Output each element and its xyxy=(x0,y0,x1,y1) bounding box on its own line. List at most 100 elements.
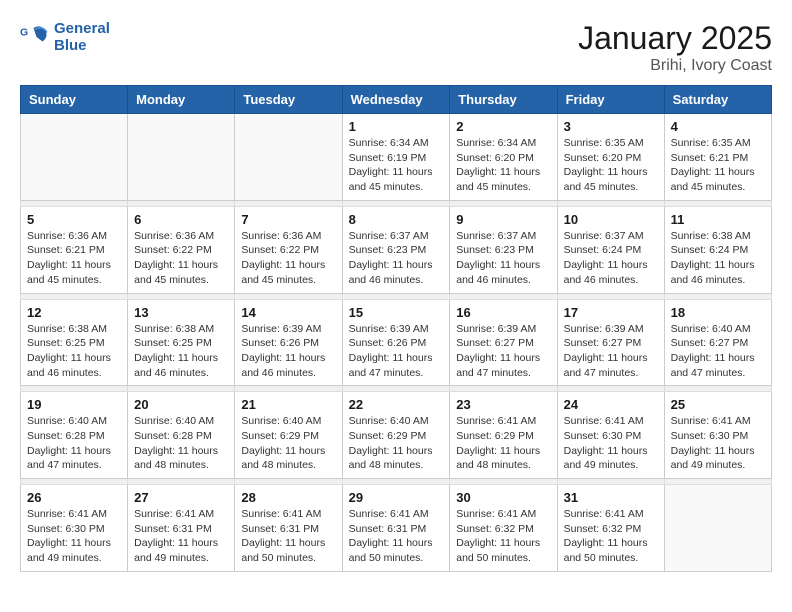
calendar-day-cell: 15Sunrise: 6:39 AM Sunset: 6:26 PM Dayli… xyxy=(342,299,450,386)
calendar-day-cell: 12 Sunrise: 6:38 AM Sunset: 6:25 PM Dayli… xyxy=(21,299,128,386)
calendar-day-cell: 3Sunrise: 6:35 AM Sunset: 6:20 PM Daylig… xyxy=(557,114,664,201)
logo-icon: G xyxy=(20,22,50,52)
day-number: 9 xyxy=(456,212,550,227)
day-info: Sunrise: 6:40 AM Sunset: 6:28 PM Dayligh… xyxy=(134,414,228,473)
day-info: Sunrise: 6:40 AM Sunset: 6:29 PM Dayligh… xyxy=(349,414,444,473)
day-info: Sunrise: 6:39 AM Sunset: 6:27 PM Dayligh… xyxy=(564,322,658,381)
day-number: 31 xyxy=(564,490,658,505)
calendar-title: January 2025 xyxy=(578,20,772,57)
day-number: 13 xyxy=(134,305,228,320)
day-info: Sunrise: 6:37 AM Sunset: 6:24 PM Dayligh… xyxy=(564,229,658,288)
calendar-day-cell: 20Sunrise: 6:40 AM Sunset: 6:28 PM Dayli… xyxy=(128,392,235,479)
day-number: 7 xyxy=(241,212,335,227)
day-number: 8 xyxy=(349,212,444,227)
logo: G General Blue xyxy=(20,20,110,54)
svg-text:G: G xyxy=(20,27,28,39)
calendar-day-cell: 24Sunrise: 6:41 AM Sunset: 6:30 PM Dayli… xyxy=(557,392,664,479)
calendar-week-row: 19 Sunrise: 6:40 AM Sunset: 6:28 PM Dayli… xyxy=(21,392,772,479)
day-info: Sunrise: 6:36 AM Sunset: 6:22 PM Dayligh… xyxy=(134,229,228,288)
calendar-day-cell: 6 Sunrise: 6:36 AM Sunset: 6:22 PM Daylig… xyxy=(128,206,235,293)
day-info: Sunrise: 6:41 AM Sunset: 6:30 PM Dayligh… xyxy=(27,507,121,566)
calendar-day-cell: 28 Sunrise: 6:41 AM Sunset: 6:31 PM Dayli… xyxy=(235,485,342,572)
day-number: 18 xyxy=(671,305,765,320)
calendar-day-cell: 31 Sunrise: 6:41 AM Sunset: 6:32 PM Dayli… xyxy=(557,485,664,572)
calendar-day-cell: 17 Sunrise: 6:39 AM Sunset: 6:27 PM Dayli… xyxy=(557,299,664,386)
calendar-day-cell: 10 Sunrise: 6:37 AM Sunset: 6:24 PM Dayli… xyxy=(557,206,664,293)
day-header-sunday: Sunday xyxy=(21,86,128,114)
day-info: Sunrise: 6:35 AM Sunset: 6:20 PM Dayligh… xyxy=(564,136,658,195)
day-info: Sunrise: 6:40 AM Sunset: 6:28 PM Dayligh… xyxy=(27,414,121,473)
day-header-friday: Friday xyxy=(557,86,664,114)
day-number: 22 xyxy=(349,397,444,412)
calendar-day-cell: 30Sunrise: 6:41 AM Sunset: 6:32 PM Dayli… xyxy=(450,485,557,572)
day-number: 5 xyxy=(27,212,121,227)
day-header-tuesday: Tuesday xyxy=(235,86,342,114)
day-header-monday: Monday xyxy=(128,86,235,114)
day-info: Sunrise: 6:34 AM Sunset: 6:20 PM Dayligh… xyxy=(456,136,550,195)
day-number: 12 xyxy=(27,305,121,320)
day-number: 15 xyxy=(349,305,444,320)
day-number: 17 xyxy=(564,305,658,320)
calendar-day-cell: 26 Sunrise: 6:41 AM Sunset: 6:30 PM Dayli… xyxy=(21,485,128,572)
day-info: Sunrise: 6:39 AM Sunset: 6:26 PM Dayligh… xyxy=(241,322,335,381)
calendar-day-cell: 9 Sunrise: 6:37 AM Sunset: 6:23 PM Daylig… xyxy=(450,206,557,293)
calendar-day-cell: 1 Sunrise: 6:34 AM Sunset: 6:19 PM Daylig… xyxy=(342,114,450,201)
day-info: Sunrise: 6:36 AM Sunset: 6:22 PM Dayligh… xyxy=(241,229,335,288)
day-info: Sunrise: 6:38 AM Sunset: 6:24 PM Dayligh… xyxy=(671,229,765,288)
day-info: Sunrise: 6:40 AM Sunset: 6:27 PM Dayligh… xyxy=(671,322,765,381)
calendar-week-row: 1 Sunrise: 6:34 AM Sunset: 6:19 PM Daylig… xyxy=(21,114,772,201)
day-number: 26 xyxy=(27,490,121,505)
calendar-day-cell: 5 Sunrise: 6:36 AM Sunset: 6:21 PM Daylig… xyxy=(21,206,128,293)
calendar-day-cell xyxy=(21,114,128,201)
day-info: Sunrise: 6:34 AM Sunset: 6:19 PM Dayligh… xyxy=(349,136,444,195)
calendar-day-cell: 29Sunrise: 6:41 AM Sunset: 6:31 PM Dayli… xyxy=(342,485,450,572)
logo-text: General Blue xyxy=(54,20,110,54)
calendar-day-cell: 23Sunrise: 6:41 AM Sunset: 6:29 PM Dayli… xyxy=(450,392,557,479)
day-info: Sunrise: 6:41 AM Sunset: 6:29 PM Dayligh… xyxy=(456,414,550,473)
calendar-day-cell: 13 Sunrise: 6:38 AM Sunset: 6:25 PM Dayli… xyxy=(128,299,235,386)
day-info: Sunrise: 6:41 AM Sunset: 6:32 PM Dayligh… xyxy=(564,507,658,566)
calendar-day-cell: 16 Sunrise: 6:39 AM Sunset: 6:27 PM Dayli… xyxy=(450,299,557,386)
day-number: 10 xyxy=(564,212,658,227)
day-info: Sunrise: 6:38 AM Sunset: 6:25 PM Dayligh… xyxy=(134,322,228,381)
day-number: 14 xyxy=(241,305,335,320)
day-number: 24 xyxy=(564,397,658,412)
calendar-day-cell: 22 Sunrise: 6:40 AM Sunset: 6:29 PM Dayli… xyxy=(342,392,450,479)
calendar-day-cell: 27 Sunrise: 6:41 AM Sunset: 6:31 PM Dayli… xyxy=(128,485,235,572)
day-header-thursday: Thursday xyxy=(450,86,557,114)
calendar-week-row: 12 Sunrise: 6:38 AM Sunset: 6:25 PM Dayli… xyxy=(21,299,772,386)
day-info: Sunrise: 6:41 AM Sunset: 6:31 PM Dayligh… xyxy=(134,507,228,566)
calendar-header-row: SundayMondayTuesdayWednesdayThursdayFrid… xyxy=(21,86,772,114)
day-info: Sunrise: 6:41 AM Sunset: 6:31 PM Dayligh… xyxy=(241,507,335,566)
day-number: 2 xyxy=(456,119,550,134)
day-info: Sunrise: 6:38 AM Sunset: 6:25 PM Dayligh… xyxy=(27,322,121,381)
day-number: 1 xyxy=(349,119,444,134)
day-number: 19 xyxy=(27,397,121,412)
day-number: 4 xyxy=(671,119,765,134)
day-number: 6 xyxy=(134,212,228,227)
day-header-saturday: Saturday xyxy=(664,86,771,114)
day-number: 27 xyxy=(134,490,228,505)
day-info: Sunrise: 6:37 AM Sunset: 6:23 PM Dayligh… xyxy=(349,229,444,288)
calendar-day-cell: 19 Sunrise: 6:40 AM Sunset: 6:28 PM Dayli… xyxy=(21,392,128,479)
calendar-week-row: 5 Sunrise: 6:36 AM Sunset: 6:21 PM Daylig… xyxy=(21,206,772,293)
day-info: Sunrise: 6:39 AM Sunset: 6:27 PM Dayligh… xyxy=(456,322,550,381)
day-number: 25 xyxy=(671,397,765,412)
calendar-day-cell xyxy=(664,485,771,572)
day-number: 29 xyxy=(349,490,444,505)
calendar-day-cell: 11Sunrise: 6:38 AM Sunset: 6:24 PM Dayli… xyxy=(664,206,771,293)
day-info: Sunrise: 6:41 AM Sunset: 6:32 PM Dayligh… xyxy=(456,507,550,566)
calendar-subtitle: Brihi, Ivory Coast xyxy=(578,57,772,75)
day-header-wednesday: Wednesday xyxy=(342,86,450,114)
calendar-day-cell xyxy=(235,114,342,201)
day-info: Sunrise: 6:36 AM Sunset: 6:21 PM Dayligh… xyxy=(27,229,121,288)
day-info: Sunrise: 6:40 AM Sunset: 6:29 PM Dayligh… xyxy=(241,414,335,473)
day-number: 28 xyxy=(241,490,335,505)
calendar-day-cell: 14 Sunrise: 6:39 AM Sunset: 6:26 PM Dayli… xyxy=(235,299,342,386)
calendar-week-row: 26 Sunrise: 6:41 AM Sunset: 6:30 PM Dayli… xyxy=(21,485,772,572)
day-info: Sunrise: 6:37 AM Sunset: 6:23 PM Dayligh… xyxy=(456,229,550,288)
page-header: G General Blue January 2025 Brihi, Ivory… xyxy=(20,20,772,75)
day-number: 21 xyxy=(241,397,335,412)
day-number: 16 xyxy=(456,305,550,320)
calendar-day-cell: 2 Sunrise: 6:34 AM Sunset: 6:20 PM Daylig… xyxy=(450,114,557,201)
